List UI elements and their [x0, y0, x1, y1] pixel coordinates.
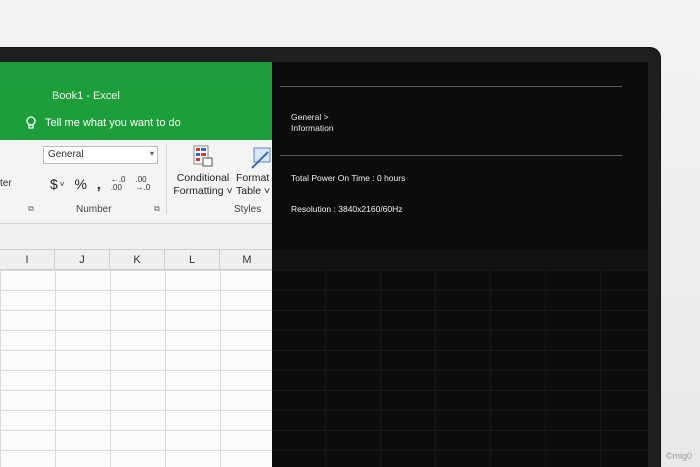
column-header-k[interactable]: K — [110, 250, 165, 270]
photo-watermark: ©mig0 — [665, 451, 692, 461]
number-format-value: General — [48, 149, 84, 160]
truncated-ribbon-label: ter — [0, 178, 12, 189]
column-header-j[interactable]: J — [55, 250, 110, 270]
dimmed-worksheet-grid — [272, 270, 648, 467]
tell-me-label: Tell me what you want to do — [45, 117, 181, 129]
dimmed-column-headers — [272, 250, 648, 270]
chevron-down-icon: ▾ — [149, 149, 154, 158]
number-buttons: $ ˅ % , ←.0.00 .00 →.0 — [50, 176, 150, 193]
osd-breadcrumb-current: Information — [291, 123, 334, 133]
formula-bar[interactable] — [0, 224, 272, 250]
group-label-number: Number — [76, 204, 112, 215]
increase-decimal-button[interactable]: ←.0.00 — [111, 176, 126, 192]
decrease-decimal-button[interactable]: .00 →.0 — [135, 176, 150, 192]
window-title: Book1 - Excel — [52, 90, 120, 102]
monitor-screen: Book1 - Excel Tell me what you want to d… — [0, 62, 648, 467]
percent-button[interactable]: % — [74, 176, 86, 192]
column-header-m[interactable]: M — [220, 250, 272, 270]
osd-header-divider — [280, 155, 622, 156]
tell-me-search[interactable]: Tell me what you want to do — [25, 116, 181, 130]
ribbon-separator — [166, 144, 167, 214]
worksheet-grid[interactable] — [0, 270, 272, 467]
conditional-formatting-icon — [193, 145, 213, 167]
osd-top-divider — [280, 86, 622, 87]
column-header-i[interactable]: I — [0, 250, 55, 270]
format-as-table-icon — [251, 147, 271, 169]
osd-breadcrumb: General > Information — [291, 112, 334, 134]
title-bar — [0, 82, 272, 140]
column-headers: I J K L M — [0, 250, 272, 270]
currency-button[interactable]: $ — [50, 176, 58, 192]
number-format-dropdown[interactable]: General ▾ — [43, 146, 158, 164]
comma-button[interactable]: , — [97, 176, 101, 192]
osd-resolution: Resolution : 3840x2160/60Hz — [291, 204, 403, 214]
osd-breadcrumb-parent: General > — [291, 112, 329, 122]
dialog-launcher-icon[interactable]: ⧉ — [28, 204, 34, 214]
currency-caret-icon[interactable]: ˅ — [60, 180, 65, 189]
lightbulb-icon — [26, 116, 36, 129]
conditional-formatting-button[interactable]: Conditional Formatting ˅ — [170, 172, 236, 198]
group-label-styles: Styles — [234, 204, 262, 215]
osd-power-on-time: Total Power On Time : 0 hours — [291, 173, 406, 183]
title-bar-top — [0, 62, 272, 82]
excel-window: Book1 - Excel Tell me what you want to d… — [0, 62, 272, 467]
dialog-launcher-icon[interactable]: ⧉ — [154, 204, 160, 214]
column-header-l[interactable]: L — [165, 250, 220, 270]
format-as-table-button[interactable]: Format Table ˅ — [236, 172, 270, 198]
